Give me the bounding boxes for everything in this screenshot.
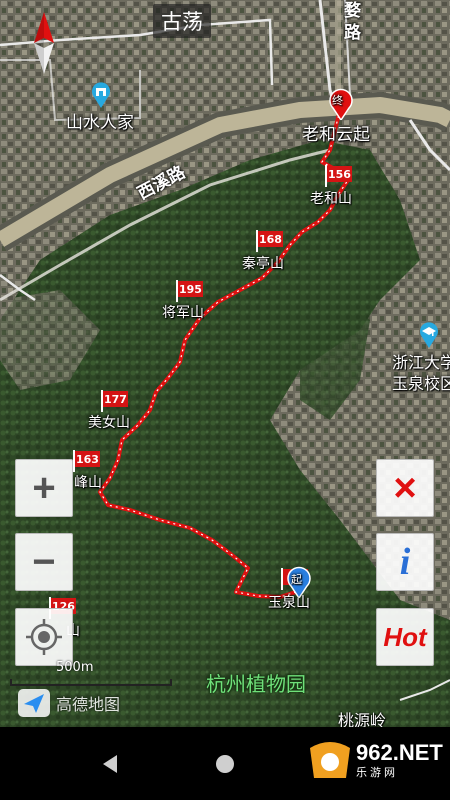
map-provider-name: 高德地图 — [56, 695, 121, 714]
peak-flag-icon[interactable]: 168 — [255, 230, 285, 252]
route-start-label: 起 — [291, 573, 302, 586]
residential-poi-icon[interactable] — [90, 82, 112, 108]
home-circle-icon — [216, 755, 234, 773]
peak-altitude: 168 — [259, 233, 282, 246]
peak-flag-icon[interactable]: 177 — [100, 390, 130, 412]
plus-icon: + — [32, 466, 56, 510]
close-icon: × — [393, 466, 417, 510]
peak-altitude: 156 — [328, 168, 351, 181]
peak-altitude: 163 — [76, 453, 99, 466]
scale-label: 500m — [56, 660, 94, 675]
home-button[interactable] — [210, 749, 240, 779]
amap-logo-icon — [18, 689, 50, 717]
peak-name: 玉泉山 — [268, 595, 310, 611]
hot-label: Hot — [383, 621, 427, 652]
route-end-label: 终 — [332, 94, 343, 107]
back-triangle-icon — [103, 755, 117, 773]
compass-icon[interactable] — [30, 12, 58, 74]
locate-button[interactable] — [15, 608, 73, 666]
peak-altitude: 195 — [179, 283, 202, 296]
zoom-out-button[interactable]: − — [15, 533, 73, 591]
school-poi-icon[interactable] — [418, 322, 440, 348]
place-label-zheda-campus: 玉泉校区 — [392, 374, 450, 393]
peak-altitude: 177 — [104, 393, 127, 406]
map-view[interactable]: 古荡 婺 路 山水人家 终 老和云起 西溪路 156 老和山 168 秦亭山 1… — [0, 0, 450, 727]
peak-flag-icon[interactable]: 156 — [324, 165, 354, 187]
peak-flag-icon[interactable]: 163 — [72, 450, 102, 472]
zoom-in-button[interactable]: + — [15, 459, 73, 517]
town-label: 古荡 — [153, 4, 211, 38]
place-label-laohe-yunqi: 老和云起 — [302, 125, 370, 145]
map-provider-logo: 高德地图 — [18, 688, 120, 718]
site-watermark: 962.NET 乐游网 — [308, 740, 444, 780]
place-label-botanical-garden: 杭州植物园 — [206, 672, 306, 696]
peak-flag-icon[interactable]: 195 — [175, 280, 205, 302]
watermark-subtitle: 乐游网 — [356, 766, 398, 779]
road-label-top-2: 路 — [344, 23, 361, 43]
place-label-taoyuan-ling: 桃源岭 — [338, 711, 387, 727]
close-route-button[interactable]: × — [376, 459, 434, 517]
info-icon: i — [399, 541, 411, 583]
place-label-shanshui: 山水人家 — [66, 113, 134, 133]
peak-name: 秦亭山 — [242, 256, 284, 272]
watermark-logo-icon — [310, 742, 350, 778]
peak-name: 将军山 — [162, 305, 204, 321]
minus-icon: − — [32, 540, 56, 584]
scale-bar: 500m — [10, 660, 172, 686]
peak-name: 峰山 — [74, 475, 102, 491]
app-screen: 古荡 婺 路 山水人家 终 老和云起 西溪路 156 老和山 168 秦亭山 1… — [0, 0, 450, 800]
peak-name: 美女山 — [88, 415, 130, 431]
watermark-number: 962.NET — [356, 740, 443, 765]
location-target-icon — [26, 619, 62, 655]
hot-button[interactable]: Hot — [376, 608, 434, 666]
back-button[interactable] — [95, 749, 125, 779]
peak-name: 老和山 — [310, 191, 352, 207]
info-button[interactable]: i — [376, 533, 434, 591]
